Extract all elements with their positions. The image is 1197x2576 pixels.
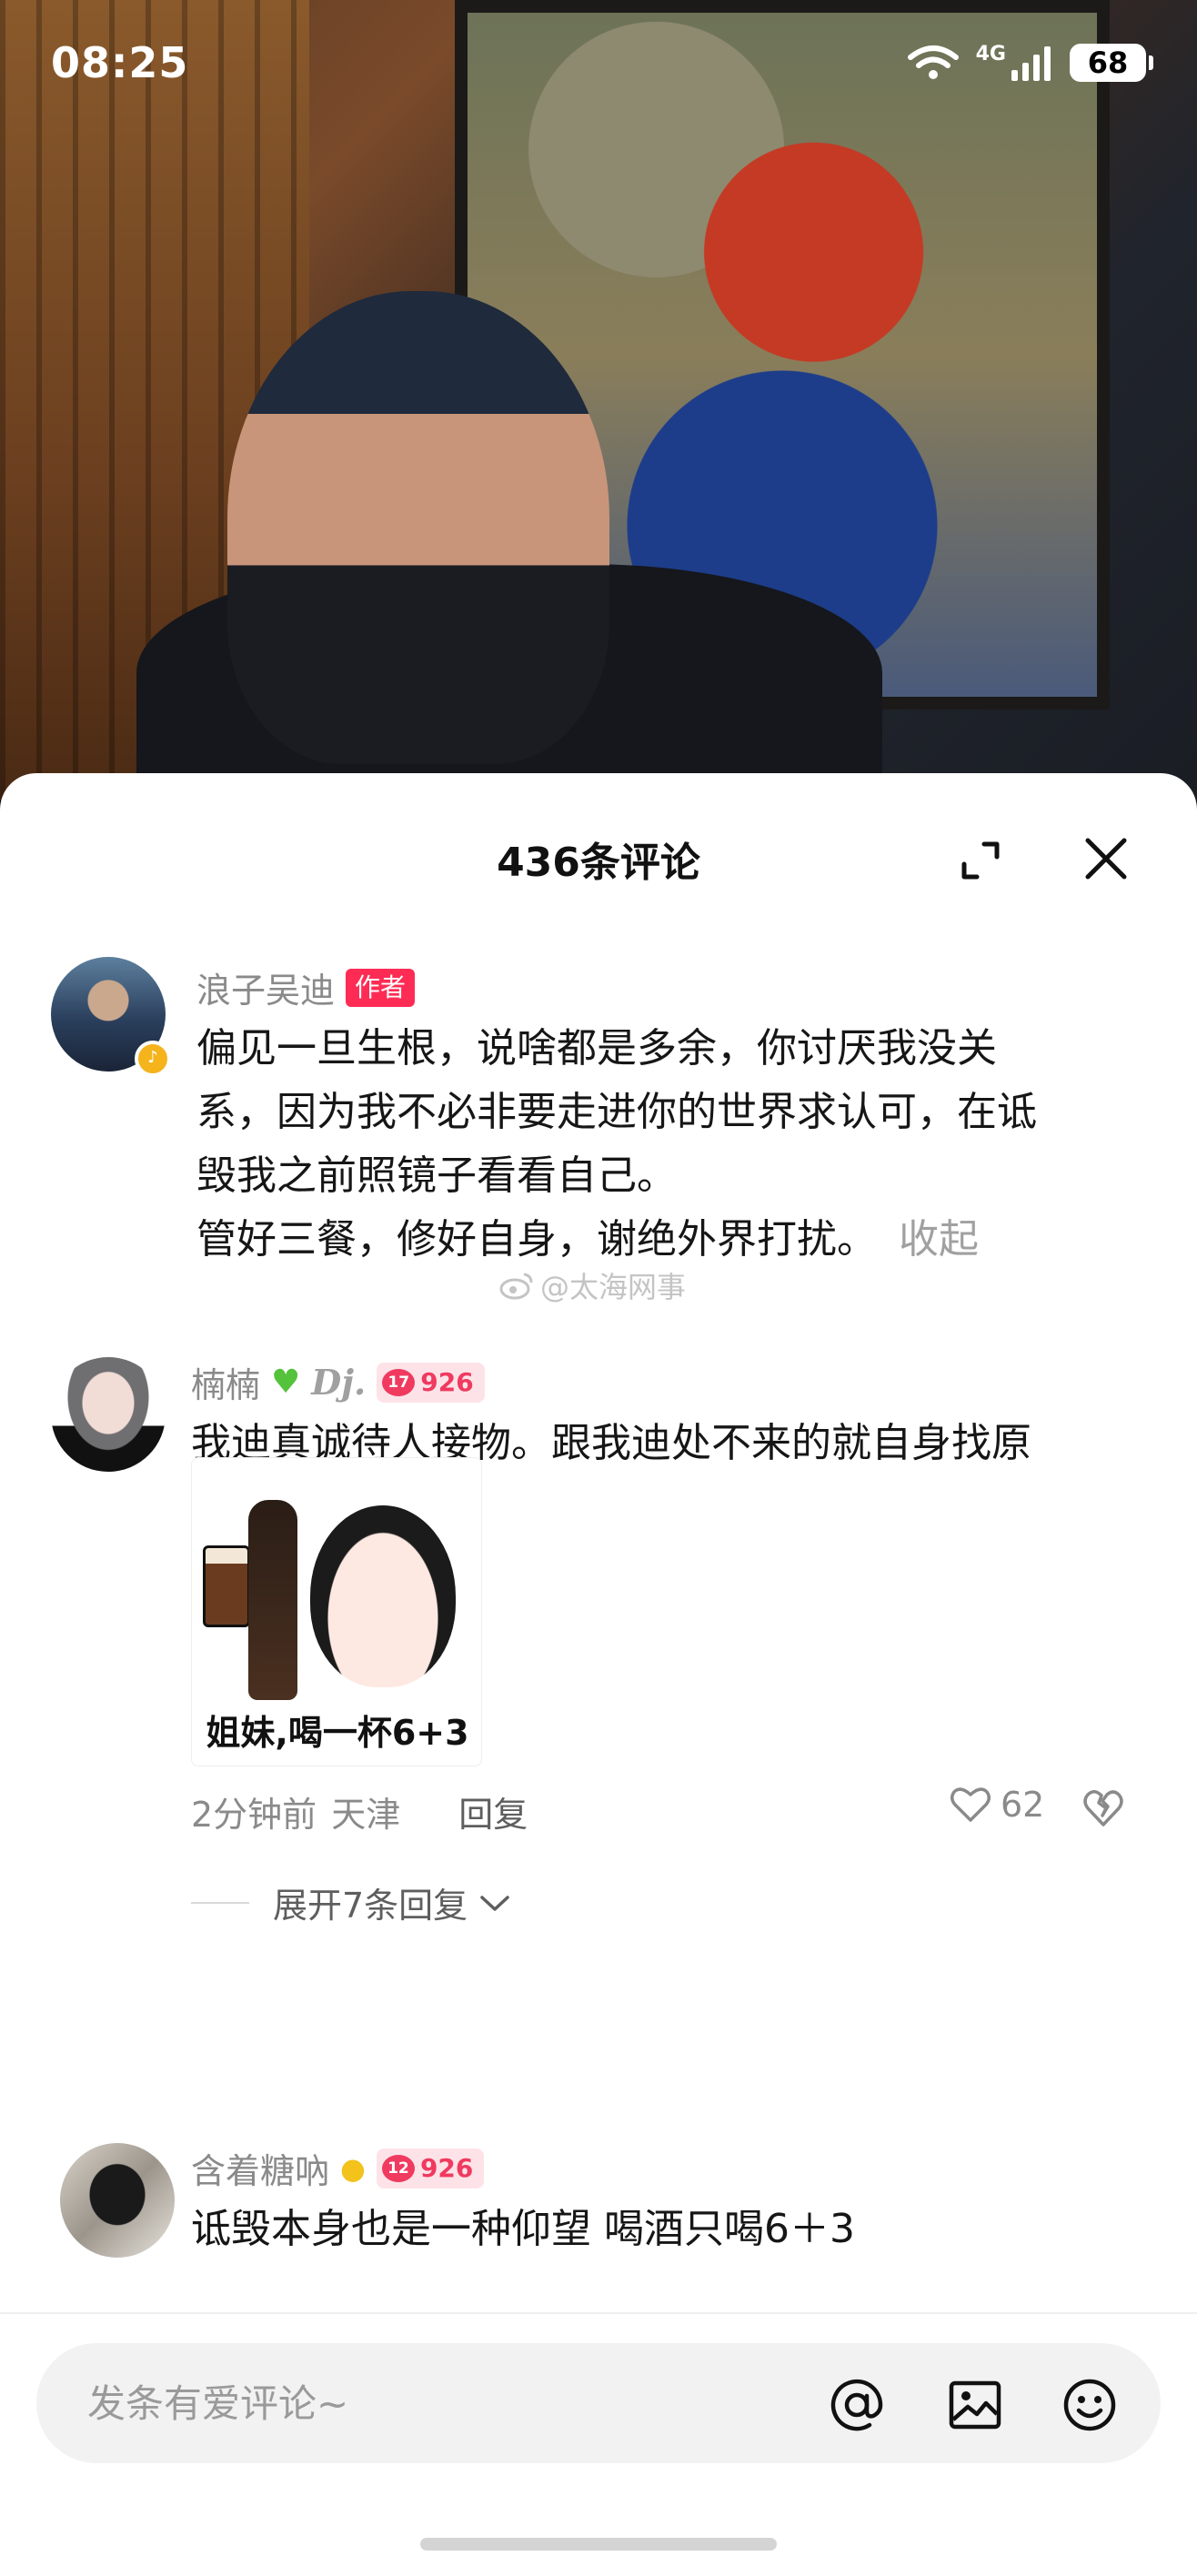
battery-icon: 68 — [1070, 44, 1153, 82]
comment-item[interactable]: 楠楠 ♥ Dj. 17 926 我迪真诚待人接物。跟我迪处不来的就自身找原 因吧… — [0, 1357, 1197, 2048]
network-type-label: 4G — [975, 42, 1006, 65]
music-badge-icon: ♪ — [135, 1041, 171, 1077]
beer-bottle-illustration — [248, 1500, 297, 1700]
image-icon[interactable] — [948, 2378, 1002, 2432]
username-suffix: Dj. — [311, 1362, 367, 1403]
avatar[interactable] — [51, 1357, 166, 1472]
username-label: 浪子吴迪 — [196, 971, 336, 1011]
comment-meta: 2分钟前 天津 回复 — [191, 1786, 528, 1836]
sticker-caption: 姐妹,喝一杯6+3 — [206, 1713, 469, 1753]
expand-icon[interactable] — [959, 839, 1002, 882]
status-icons: 4G 68 — [907, 42, 1153, 82]
like-button[interactable]: 62 — [950, 1785, 1044, 1825]
comment-username[interactable]: 浪子吴迪 作者 — [196, 962, 416, 1012]
comment-text[interactable]: 偏见一旦生根，说啥都是多余，你讨厌我没关 系，因为我不必非要走进你的世界求认可，… — [196, 1017, 1161, 1272]
username-label: 楠楠 — [191, 1365, 261, 1405]
like-count: 62 — [1001, 1785, 1045, 1825]
smiley-icon[interactable] — [1062, 2378, 1117, 2432]
comment-username[interactable]: 楠楠 ♥ Dj. 17 926 — [191, 1357, 485, 1407]
chevron-down-icon — [480, 1895, 509, 1911]
heart-outline-icon — [951, 1787, 991, 1822]
chick-emoji-icon: ● — [340, 2150, 366, 2186]
weibo-icon — [499, 1273, 533, 1300]
comment-location: 天津 — [331, 1795, 401, 1835]
comment-text[interactable]: 诋毁本身也是一种仰望 喝酒只喝6＋3 — [191, 2198, 1161, 2261]
avatar[interactable] — [60, 2143, 175, 2258]
comment-username[interactable]: 含着糖吶 ● 12 926 — [191, 2143, 485, 2193]
comments-count-title: 436条评论 — [497, 840, 700, 886]
comment-input[interactable] — [87, 2370, 779, 2436]
expand-replies-label: 展开7条回复 — [273, 1886, 468, 1926]
signal-icon — [1011, 46, 1051, 81]
close-icon[interactable] — [1082, 835, 1130, 882]
at-icon[interactable] — [830, 2378, 884, 2432]
author-tag: 作者 — [346, 968, 416, 1007]
green-heart-icon: ♥ — [271, 1363, 301, 1401]
comment-input-bar — [0, 2312, 1197, 2576]
reply-button[interactable]: 回复 — [458, 1786, 528, 1836]
comments-sheet: 436条评论 ♪ 浪子吴迪 作者 偏见一旦生根，说啥都是多余，你讨厌我没关 系，… — [0, 773, 1197, 2576]
comment-input-container[interactable] — [36, 2343, 1161, 2463]
status-bar: 08:25 4G 68 — [0, 0, 1197, 136]
fan-level-heart-icon: 12 — [381, 2154, 415, 2182]
collapse-link[interactable]: 收起 — [899, 1216, 979, 1263]
status-time: 08:25 — [51, 38, 189, 87]
divider-line — [191, 1901, 249, 1904]
sticker-image[interactable]: 姐妹,喝一杯6+3 — [191, 1457, 482, 1766]
fan-badge: 17 926 — [377, 1362, 485, 1403]
weibo-watermark: @太海网事 — [498, 1264, 686, 1306]
comments-header: 436条评论 — [0, 773, 1197, 955]
comment-item[interactable]: 含着糖吶 ● 12 926 诋毁本身也是一种仰望 喝酒只喝6＋3 — [0, 2143, 1197, 2307]
person-figure — [227, 291, 609, 764]
expand-replies-button[interactable]: 展开7条回复 — [191, 1877, 511, 1927]
girl-face-illustration — [310, 1505, 456, 1687]
comment-time: 2分钟前 — [191, 1795, 317, 1835]
fan-level-heart-icon: 17 — [382, 1368, 416, 1396]
fan-count: 926 — [420, 1366, 474, 1397]
home-indicator[interactable] — [420, 2538, 777, 2551]
watermark-text: @太海网事 — [540, 1270, 687, 1304]
broken-heart-icon[interactable] — [1082, 1788, 1124, 1828]
wifi-icon — [907, 45, 959, 79]
username-label: 含着糖吶 — [191, 2151, 330, 2191]
beer-glass-illustration — [203, 1545, 250, 1627]
fan-count: 926 — [419, 2152, 474, 2183]
fan-badge: 12 926 — [376, 2148, 485, 2189]
